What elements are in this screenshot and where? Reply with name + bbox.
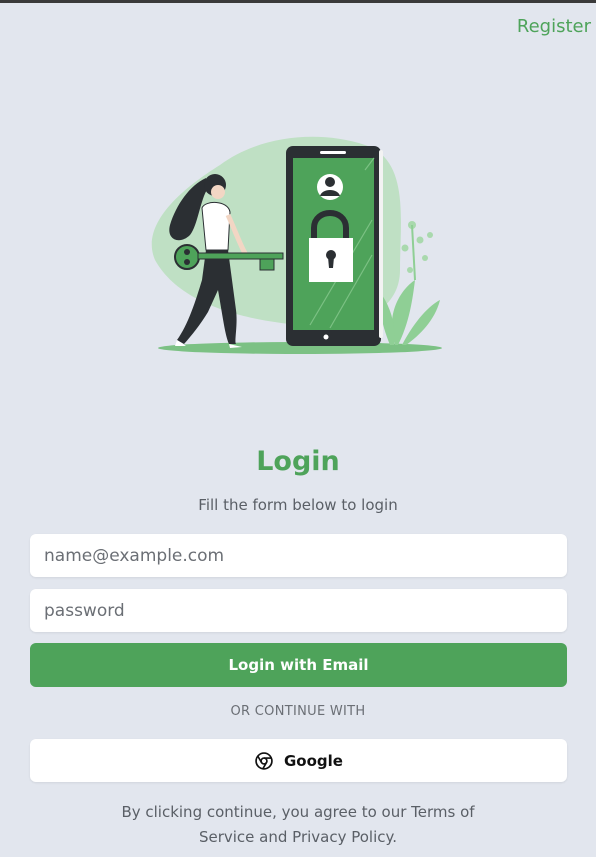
terms-text: By clicking continue, you agree to our T… — [121, 803, 475, 846]
chrome-icon — [255, 751, 273, 770]
security-illustration — [151, 136, 442, 354]
email-field[interactable] — [30, 534, 567, 577]
login-with-email-button[interactable]: Login with Email — [30, 643, 567, 687]
page-title: Login — [256, 446, 340, 477]
google-login-button[interactable]: Google — [30, 739, 567, 782]
continue-with-divider: OR CONTINUE WITH — [230, 704, 366, 719]
login-subtitle: Fill the form below to login — [198, 496, 398, 514]
password-field[interactable] — [30, 589, 567, 632]
google-button-label: Google — [284, 751, 343, 770]
window-top-border — [0, 0, 596, 3]
register-link[interactable]: Register — [517, 16, 591, 37]
